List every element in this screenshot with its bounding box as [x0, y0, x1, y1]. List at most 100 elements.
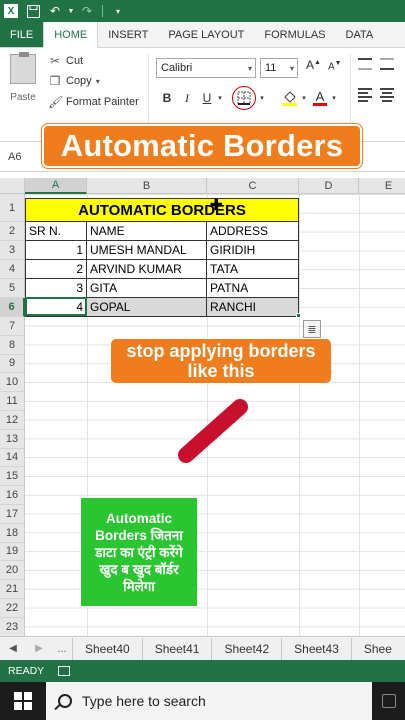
sheet-tab[interactable]: Shee: [350, 637, 404, 660]
annotation-line: डाटा का एंट्री करेंगे: [95, 544, 183, 560]
chevron-down-icon[interactable]: ▾: [330, 88, 338, 108]
tab-file[interactable]: FILE: [0, 22, 44, 47]
table-cell-sr[interactable]: 3: [25, 279, 87, 298]
sheet-tab[interactable]: Sheet41: [141, 637, 212, 660]
taskbar-search-box[interactable]: Type here to search: [46, 682, 372, 720]
customize-toolbar-icon[interactable]: ▾: [107, 0, 129, 22]
scroll-right-icon[interactable]: ▶: [26, 643, 52, 654]
row-header[interactable]: 19: [0, 542, 25, 562]
column-header-b[interactable]: B: [87, 178, 207, 194]
table-cell-sr[interactable]: 1: [25, 241, 87, 260]
row-header[interactable]: 18: [0, 523, 25, 543]
row-header[interactable]: 23: [0, 617, 25, 637]
header-cell-sr[interactable]: SR N.: [25, 222, 87, 241]
header-cell-name[interactable]: NAME: [87, 222, 207, 241]
row-header[interactable]: 14: [0, 448, 25, 468]
scroll-left-icon[interactable]: ◀: [0, 643, 26, 654]
row-header[interactable]: 8: [0, 335, 25, 355]
column-header-e[interactable]: E: [359, 178, 405, 194]
table-cell-name[interactable]: GITA: [87, 279, 207, 298]
chevron-down-icon[interactable]: ▾: [300, 88, 308, 108]
font-size-select[interactable]: 11 ▾: [260, 58, 298, 78]
sheet-tab[interactable]: Sheet40: [72, 637, 142, 660]
grid-column-line: [299, 194, 300, 636]
fill-color-button[interactable]: [282, 88, 298, 108]
row-header[interactable]: 21: [0, 580, 25, 599]
row-header[interactable]: 13: [0, 429, 25, 449]
fill-handle[interactable]: [296, 313, 301, 318]
row-header[interactable]: 17: [0, 505, 25, 524]
sheet-tab[interactable]: Sheet42: [211, 637, 281, 660]
tab-formulas[interactable]: FORMULAS: [254, 22, 335, 47]
table-cell-address[interactable]: PATNA: [207, 279, 299, 298]
task-view-button[interactable]: [372, 682, 405, 720]
table-cell-sr[interactable]: 2: [25, 260, 87, 279]
start-button[interactable]: [0, 682, 46, 720]
table-cell-address[interactable]: TATA: [207, 260, 299, 279]
row-header[interactable]: 7: [0, 317, 25, 336]
quick-analysis-icon[interactable]: ≣: [303, 320, 321, 338]
undo-icon[interactable]: ↶: [44, 0, 66, 22]
row-header[interactable]: 12: [0, 411, 25, 430]
copy-label: Copy: [66, 75, 92, 87]
table-cell-address[interactable]: RANCHI: [207, 298, 299, 317]
column-header-a[interactable]: A: [25, 178, 87, 194]
paste-button[interactable]: Paste: [6, 52, 40, 103]
select-all-corner[interactable]: [0, 178, 25, 194]
font-name-select[interactable]: Calibri ▾: [156, 58, 256, 78]
row-header[interactable]: 1: [0, 194, 25, 222]
row-header[interactable]: 20: [0, 561, 25, 581]
header-cell-address[interactable]: ADDRESS: [207, 222, 299, 241]
shrink-font-button[interactable]: A▼: [328, 60, 342, 72]
save-icon[interactable]: [22, 0, 44, 22]
row-header[interactable]: 4: [0, 260, 25, 279]
copy-button[interactable]: ❐ Copy ▾: [48, 74, 103, 88]
sheet-tab[interactable]: Sheet43: [281, 637, 351, 660]
borders-button[interactable]: [232, 86, 256, 110]
more-sheets-button[interactable]: ...: [52, 643, 72, 655]
column-header-c[interactable]: C: [207, 178, 299, 194]
excel-window: X ↶ ▼ ↷ ▾ FILE HOME INSERT PAGE LAYOUT F…: [0, 0, 405, 720]
row-header[interactable]: 22: [0, 599, 25, 618]
row-header[interactable]: 5: [0, 279, 25, 298]
row-header[interactable]: 11: [0, 392, 25, 411]
table-cell-name[interactable]: GOPAL: [87, 298, 207, 317]
status-text: READY: [8, 665, 45, 677]
tab-data[interactable]: DATA: [336, 22, 384, 47]
row-header[interactable]: 10: [0, 373, 25, 393]
align-middle-icon[interactable]: [380, 58, 394, 70]
align-center-icon[interactable]: [380, 88, 396, 102]
font-color-button[interactable]: A: [312, 88, 328, 108]
column-header-d[interactable]: D: [299, 178, 359, 194]
row-header[interactable]: 2: [0, 222, 25, 241]
grow-font-button[interactable]: A▲: [306, 58, 321, 72]
table-cell-address[interactable]: GIRIDIH: [207, 241, 299, 260]
format-painter-label: Format Painter: [66, 96, 139, 108]
name-box[interactable]: A6: [4, 148, 38, 166]
row-header[interactable]: 16: [0, 486, 25, 505]
underline-button[interactable]: U: [200, 88, 214, 108]
redo-icon[interactable]: ↷: [76, 0, 98, 22]
row-header[interactable]: 9: [0, 354, 25, 374]
chevron-down-icon[interactable]: ▾: [216, 88, 224, 108]
undo-dropdown-icon[interactable]: ▼: [66, 0, 76, 22]
row-header[interactable]: 15: [0, 467, 25, 487]
format-painter-button[interactable]: 🖌 Format Painter: [48, 95, 139, 109]
macro-record-icon[interactable]: [58, 666, 71, 676]
tab-home[interactable]: HOME: [43, 22, 99, 48]
tab-page-layout[interactable]: PAGE LAYOUT: [158, 22, 254, 47]
sheet-title-cell[interactable]: AUTOMATIC BORDERS: [25, 198, 299, 222]
tab-insert[interactable]: INSERT: [98, 22, 158, 47]
row-header[interactable]: 6: [0, 298, 25, 317]
italic-button[interactable]: I: [180, 88, 194, 108]
align-left-icon[interactable]: [358, 88, 374, 102]
cut-button[interactable]: ✂ Cut: [48, 54, 83, 68]
font-name-value: Calibri: [161, 62, 193, 74]
row-header[interactable]: 3: [0, 241, 25, 260]
annotation-line: like this: [187, 361, 255, 381]
chevron-down-icon[interactable]: ▾: [258, 88, 266, 108]
bold-button[interactable]: B: [160, 88, 174, 108]
table-cell-name[interactable]: ARVIND KUMAR: [87, 260, 207, 279]
align-top-icon[interactable]: [358, 58, 372, 70]
table-cell-name[interactable]: UMESH MANDAL: [87, 241, 207, 260]
